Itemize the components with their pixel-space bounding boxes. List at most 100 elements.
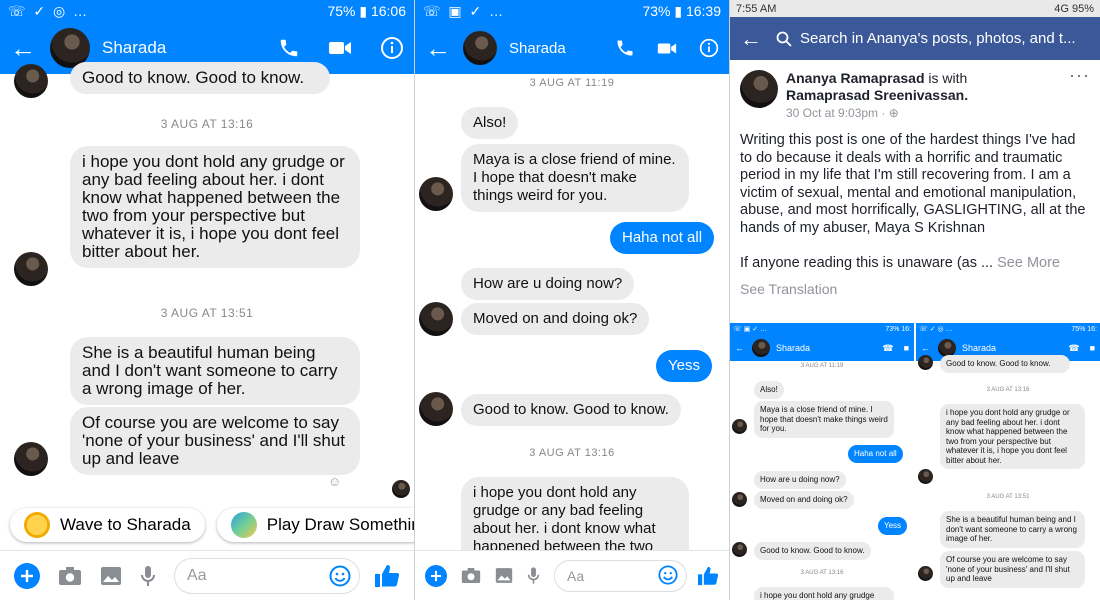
seen-avatar xyxy=(392,480,410,498)
avatar xyxy=(918,355,933,370)
back-arrow-icon: ← xyxy=(921,343,930,353)
microphone-icon[interactable] xyxy=(527,566,540,585)
avatar xyxy=(14,64,48,98)
video-call-icon: ■ xyxy=(903,343,909,353)
message-bubble-sent[interactable]: Haha not all xyxy=(610,222,715,254)
search-input[interactable]: Search in Ananya's posts, photos, and t.… xyxy=(776,24,1090,54)
see-more-link[interactable]: See More xyxy=(997,255,1060,271)
camera-icon[interactable] xyxy=(58,566,82,586)
date-separator: 3 AUG AT 11:19 xyxy=(529,77,615,89)
draw-something-icon xyxy=(230,512,257,538)
add-icon[interactable] xyxy=(425,564,447,587)
input-placeholder: Aa xyxy=(187,566,207,584)
like-icon[interactable] xyxy=(374,564,400,588)
back-arrow-icon[interactable]: ← xyxy=(740,26,762,52)
mini-status: 75% 16: xyxy=(1071,325,1097,333)
message-bubble[interactable]: How are u doing now? xyxy=(461,268,635,300)
status-bar: 7:55 AM 4G 95% xyxy=(730,0,1100,17)
facebook-panel: 7:55 AM 4G 95% ← Search in Ananya's post… xyxy=(730,0,1100,600)
post-timestamp[interactable]: 30 Oct at 9:03pm · xyxy=(786,106,889,120)
avatar xyxy=(419,392,453,426)
like-icon[interactable] xyxy=(697,566,719,586)
avatar xyxy=(918,566,933,581)
mini-status-bar: ☏ ▣ ✓ … 73% 16: xyxy=(730,323,914,335)
message-input[interactable]: Aa xyxy=(554,559,687,592)
mini-thread: Good to know. Good to know. 3 AUG AT 13:… xyxy=(916,355,1100,600)
message-thread[interactable]: 3 AUG AT 11:19 Also! Maya is a close fri… xyxy=(415,74,729,600)
tagged-name[interactable]: Ramaprasad Sreenivassan. xyxy=(786,87,968,103)
back-arrow-icon[interactable]: ← xyxy=(425,33,463,64)
see-translation-link[interactable]: See Translation xyxy=(740,281,1090,297)
chat-header: ← Sharada xyxy=(415,22,729,74)
add-icon[interactable] xyxy=(14,562,40,589)
input-placeholder: Aa xyxy=(567,567,585,584)
message-bubble-sent: Haha not all xyxy=(848,445,903,463)
message-input[interactable]: Aa xyxy=(174,557,360,594)
message-bubble: Good to know. Good to know. xyxy=(754,542,871,560)
message-bubble[interactable]: Also! xyxy=(461,107,519,139)
avatar[interactable] xyxy=(463,31,497,65)
message-bubble[interactable]: Good to know. Good to know. xyxy=(461,394,681,426)
mini-contact-name: Sharada xyxy=(962,343,997,353)
avatar xyxy=(732,419,747,434)
embedded-screenshot-left: ☏ ▣ ✓ … 73% 16: ← Sharada ☎ ■ 3 AUG AT 11:19… xyxy=(730,323,914,600)
post-meta: 30 Oct at 9:03pm · ⊕ xyxy=(786,106,1069,120)
contact-name[interactable]: Sharada xyxy=(509,40,597,57)
phone-icon: ☎ xyxy=(882,342,894,353)
phone-icon[interactable] xyxy=(615,38,635,58)
post-body-continued: If anyone reading this is unaware (as ..… xyxy=(740,255,1090,273)
status-battery-time: 75% ▮ 16:06 xyxy=(327,2,406,19)
video-call-icon[interactable] xyxy=(657,41,677,56)
messenger-panel-1: ☏ ✓ ◎ … 75% ▮ 16:06 ← Sharada Good to kn… xyxy=(0,0,414,600)
emoji-icon[interactable] xyxy=(329,565,351,592)
message-bubble: She is a beautiful human being and I don… xyxy=(940,511,1085,548)
phone-icon[interactable] xyxy=(278,37,300,59)
contact-name[interactable]: Sharada xyxy=(102,38,250,58)
message-bubble: How are u doing now? xyxy=(754,471,846,489)
post-author: Ananya Ramaprasad is with Ramaprasad Sree… xyxy=(786,70,1069,104)
gallery-icon[interactable] xyxy=(495,567,513,584)
react-icon[interactable]: ☺ xyxy=(328,474,341,489)
composer-bar: Aa xyxy=(415,550,729,600)
message-bubble[interactable]: Maya is a close friend of mine. I hope t… xyxy=(461,144,689,212)
avatar xyxy=(419,302,453,336)
messenger-panel-2: ☏ ▣ ✓ … 73% ▮ 16:39 ← Sharada 3 AUG AT 1… xyxy=(415,0,729,600)
message-bubble: Good to know. Good to know. xyxy=(940,355,1070,373)
avatar xyxy=(732,542,747,557)
message-bubble: Moved on and doing ok? xyxy=(754,491,854,509)
status-icons: ☏ ✓ ◎ … xyxy=(8,2,90,19)
more-options-icon[interactable]: ··· xyxy=(1069,66,1090,120)
camera-icon[interactable] xyxy=(461,567,481,584)
message-bubble[interactable]: Of course you are welcome to say 'none o… xyxy=(70,407,360,475)
avatar xyxy=(14,252,48,286)
message-bubble[interactable]: She is a beautiful human being and I don… xyxy=(70,337,360,405)
gallery-icon[interactable] xyxy=(100,566,122,586)
game-chip[interactable]: Play Draw Somethin xyxy=(216,508,414,542)
mini-contact-name: Sharada xyxy=(776,343,811,353)
message-bubble[interactable]: i hope you dont hold any grudge or any b… xyxy=(70,146,360,268)
wave-chip[interactable]: Wave to Sharada xyxy=(10,508,205,542)
emoji-icon[interactable] xyxy=(658,564,678,588)
info-icon[interactable] xyxy=(380,36,404,60)
message-bubble[interactable]: Moved on and doing ok? xyxy=(461,303,650,335)
microphone-icon[interactable] xyxy=(140,565,156,587)
back-arrow-icon[interactable]: ← xyxy=(10,33,50,64)
status-battery-time: 73% ▮ 16:39 xyxy=(642,2,721,19)
is-with-text: is with xyxy=(928,70,968,86)
message-bubble-sent[interactable]: Yess xyxy=(656,350,712,382)
message-bubble: Of course you are welcome to say 'none o… xyxy=(940,551,1085,588)
video-call-icon: ■ xyxy=(1089,343,1095,353)
mini-status-bar: ☏ ✓ ◎ … 75% 16: xyxy=(916,323,1100,335)
video-call-icon[interactable] xyxy=(328,39,352,57)
message-bubble[interactable]: Good to know. Good to know. xyxy=(70,62,330,94)
avatar[interactable] xyxy=(740,70,778,108)
post-body: Writing this post is one of the hardest … xyxy=(740,132,1086,236)
wave-hand-icon xyxy=(24,512,50,538)
date-separator: 3 AUG AT 13:16 xyxy=(529,447,615,459)
chip-label: Wave to Sharada xyxy=(60,515,191,534)
message-bubble: i hope you dont hold any grudge or any b… xyxy=(940,404,1085,469)
info-icon[interactable] xyxy=(699,38,719,58)
status-signal-battery: 4G 95% xyxy=(1054,2,1094,15)
author-name[interactable]: Ananya Ramaprasad xyxy=(786,70,925,86)
message-bubble[interactable]: i hope you dont hold any grudge or any b… xyxy=(461,477,689,557)
